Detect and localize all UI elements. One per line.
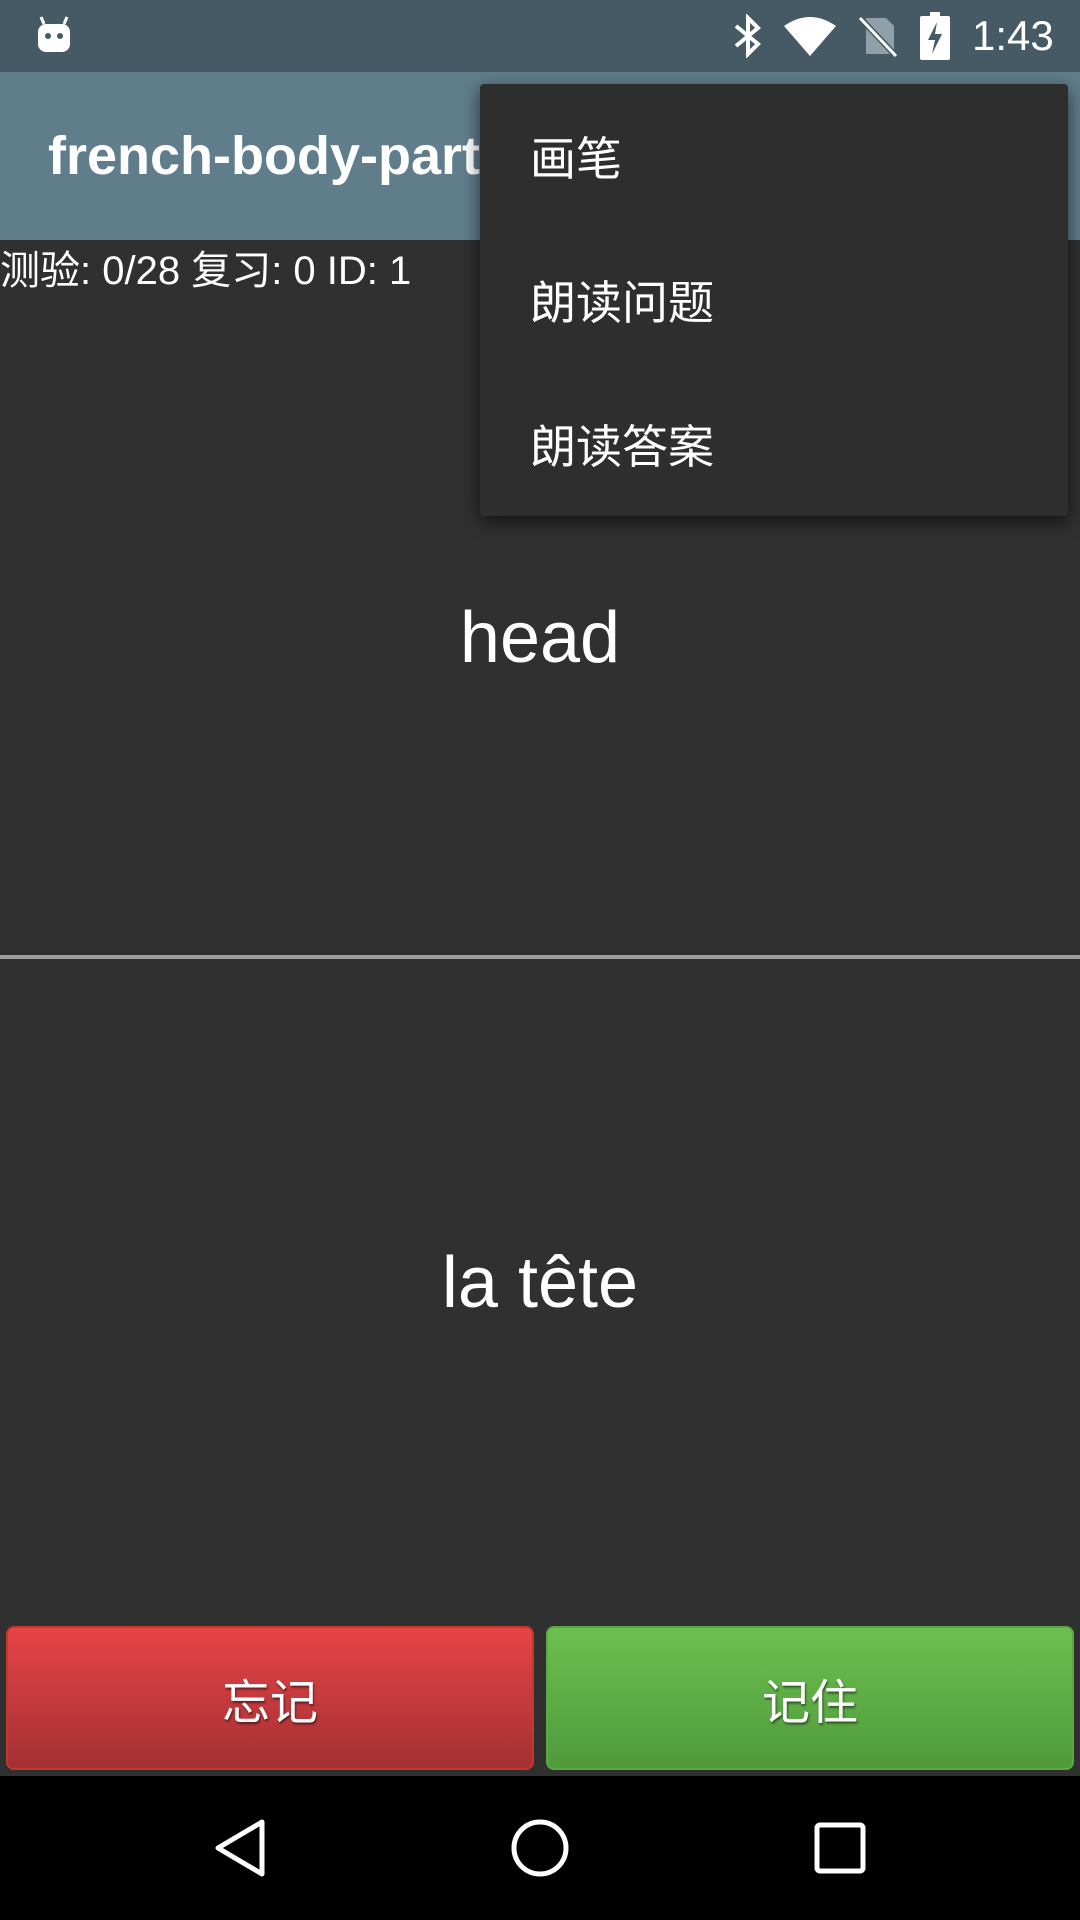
menu-item-brush[interactable]: 画笔 [480,84,1068,228]
back-icon[interactable] [212,1816,268,1884]
status-bar: 1:43 [0,0,1080,72]
wifi-icon [782,16,838,62]
quiz-stats: 测验: 0/28 复习: 0 ID: 1 [0,249,412,293]
recents-icon[interactable] [814,1822,866,1878]
forget-button[interactable]: 忘记 [6,1626,534,1770]
navigation-bar [0,1776,1080,1920]
android-debug-icon [34,14,74,58]
no-sim-icon [857,14,899,62]
overflow-menu: 画笔 朗读问题 朗读答案 [480,84,1068,516]
menu-item-read-question[interactable]: 朗读问题 [480,228,1068,372]
menu-item-read-answer[interactable]: 朗读答案 [480,372,1068,516]
bluetooth-icon [730,13,766,62]
question-text: head [459,597,621,678]
home-icon[interactable] [508,1816,572,1884]
status-clock: 1:43 [972,12,1054,59]
answer-card[interactable]: la tête [0,960,1080,1585]
app-title: french-body-parts [48,126,511,186]
remember-button[interactable]: 记住 [546,1626,1074,1770]
answer-text: la tête [441,1242,639,1323]
battery-charging-icon [920,12,950,64]
card-divider [0,955,1080,959]
